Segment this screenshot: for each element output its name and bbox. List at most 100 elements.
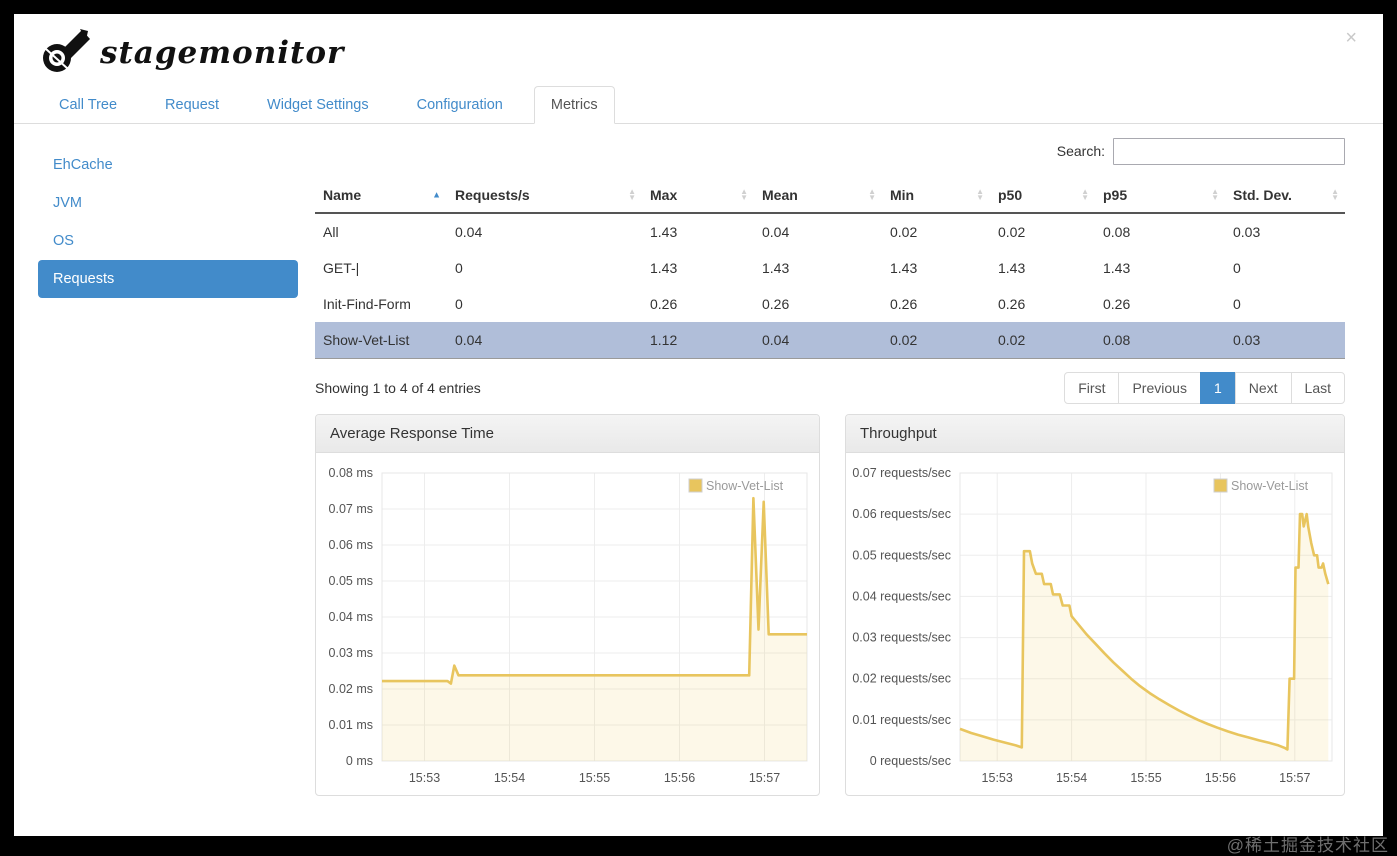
cell-p50: 1.43 (998, 260, 1026, 276)
sidebar-item-ehcache[interactable]: EhCache (38, 146, 298, 184)
column-header-name-label: Name (323, 187, 362, 203)
svg-text:0 requests/sec: 0 requests/sec (870, 754, 951, 768)
column-header-mean[interactable]: Mean ▲ ▼ (754, 178, 882, 214)
metrics-sidebar: EhCache JVM OS Requests (38, 136, 298, 796)
sort-asc-icon: ▲ (432, 189, 441, 200)
metrics-table: Name ▲ Requests/s ▲ ▼ Max ▲ ▼ Mean ▲ ▼ Min ▲ ▼ p5… (315, 178, 1345, 359)
cell-min: 0.02 (882, 322, 990, 359)
pagination-first-label[interactable]: First (1064, 372, 1120, 404)
pagination-next[interactable]: Next (1234, 372, 1292, 404)
tab-request-label[interactable]: Request (148, 86, 236, 124)
close-icon[interactable]: × (1345, 28, 1357, 48)
column-header-max[interactable]: Max ▲ ▼ (642, 178, 754, 214)
table-info: Showing 1 to 4 of 4 entries (315, 380, 481, 396)
column-header-requests-s[interactable]: Requests/s ▲ ▼ (447, 178, 642, 214)
tab-widget-settings[interactable]: Widget Settings (250, 86, 386, 124)
pagination-last-label[interactable]: Last (1290, 372, 1345, 404)
cell-requests-s: 0.04 (455, 224, 483, 240)
sidebar-item-requests[interactable]: Requests (38, 260, 298, 298)
svg-text:15:57: 15:57 (749, 771, 780, 785)
logo: stagemonitor (14, 14, 1383, 78)
cell-std-dev: 0.03 (1225, 322, 1345, 359)
search-label: Search: (1056, 143, 1105, 159)
svg-text:0.07 requests/sec: 0.07 requests/sec (852, 466, 951, 480)
tab-call-tree[interactable]: Call Tree (42, 86, 134, 124)
tab-metrics-label[interactable]: Metrics (533, 86, 615, 124)
cell-name: GET-| (323, 260, 360, 276)
sort-icon: ▲ ▼ (1081, 187, 1089, 202)
tab-configuration[interactable]: Configuration (400, 86, 520, 124)
cell-p95: 1.43 (1103, 260, 1131, 276)
pagination-page-1-label[interactable]: 1 (1199, 372, 1236, 404)
pagination-previous-label[interactable]: Previous (1118, 372, 1201, 404)
svg-text:15:54: 15:54 (494, 771, 525, 785)
cell-p95: 0.08 (1095, 322, 1225, 359)
table-footer: Showing 1 to 4 of 4 entries First Previo… (315, 372, 1345, 404)
pagination-next-label[interactable]: Next (1234, 372, 1292, 404)
svg-text:15:55: 15:55 (579, 771, 610, 785)
sort-icon: ▲ ▼ (740, 187, 748, 202)
sidebar-item-os[interactable]: OS (38, 222, 298, 260)
tab-request[interactable]: Request (148, 86, 236, 124)
tab-metrics[interactable]: Metrics (533, 86, 615, 124)
sidebar-item-jvm[interactable]: JVM (38, 184, 298, 222)
avg-response-time-chart: 0 ms 0.01 ms 0.02 ms 0.03 ms 0.04 ms 0.05 ms 0… (316, 453, 819, 795)
column-header-std-dev[interactable]: Std. Dev. ▲ ▼ (1225, 178, 1345, 214)
table-row[interactable]: All 0.04 1.43 0.04 0.02 0.02 0.08 0.03 (315, 213, 1345, 250)
sort-icon: ▲ ▼ (1211, 187, 1219, 202)
pagination-previous[interactable]: Previous (1118, 372, 1201, 404)
table-row[interactable]: GET-| 0 1.43 1.43 1.43 1.43 1.43 0 (315, 250, 1345, 286)
cell-mean: 0.26 (762, 296, 790, 312)
sort-icon: ▲ ▼ (628, 187, 636, 202)
watermark: @稀土掘金技术社区 (1226, 836, 1389, 855)
column-header-p95-label: p95 (1103, 187, 1128, 203)
svg-text:15:53: 15:53 (409, 771, 440, 785)
svg-text:15:55: 15:55 (1130, 771, 1161, 785)
cell-p50: 0.02 (998, 224, 1026, 240)
pagination-first[interactable]: First (1064, 372, 1120, 404)
cell-std-dev: 0.03 (1233, 224, 1261, 240)
cell-name: Init-Find-Form (323, 296, 411, 312)
throughput-title: Throughput (846, 415, 1344, 453)
svg-text:Show-Vet-List: Show-Vet-List (1231, 479, 1309, 493)
sort-icon: ▲ ▼ (1331, 187, 1339, 202)
column-header-name[interactable]: Name ▲ (315, 178, 447, 214)
pagination-last[interactable]: Last (1290, 372, 1345, 404)
svg-text:0.05 requests/sec: 0.05 requests/sec (852, 548, 951, 562)
cell-max: 1.12 (642, 322, 754, 359)
cell-min: 0.26 (890, 296, 918, 312)
search-input[interactable] (1113, 137, 1345, 165)
table-row[interactable]: Init-Find-Form 0 0.26 0.26 0.26 0.26 0.2… (315, 286, 1345, 322)
cell-mean: 0.04 (754, 322, 882, 359)
cell-p50: 0.26 (998, 296, 1026, 312)
app-title: stagemonitor (100, 35, 345, 71)
cell-mean: 1.43 (762, 260, 790, 276)
sort-icon: ▲ ▼ (976, 187, 984, 202)
table-toolbar: Search: (315, 136, 1345, 166)
svg-text:Show-Vet-List: Show-Vet-List (706, 479, 784, 493)
pagination-page-1[interactable]: 1 (1199, 372, 1236, 404)
tab-widget-settings-label[interactable]: Widget Settings (250, 86, 386, 124)
cell-p95: 0.08 (1103, 224, 1131, 240)
column-header-p50[interactable]: p50 ▲ ▼ (990, 178, 1095, 214)
cell-min: 1.43 (890, 260, 918, 276)
cell-std-dev: 0 (1233, 260, 1241, 276)
svg-text:0.01 requests/sec: 0.01 requests/sec (852, 713, 951, 727)
column-header-mean-label: Mean (762, 187, 798, 203)
cell-min: 0.02 (890, 224, 918, 240)
svg-text:0.01 ms: 0.01 ms (329, 718, 373, 732)
column-header-requests-s-label: Requests/s (455, 187, 530, 203)
tab-call-tree-label[interactable]: Call Tree (42, 86, 134, 124)
tab-configuration-label[interactable]: Configuration (400, 86, 520, 124)
cell-std-dev: 0 (1233, 296, 1241, 312)
column-header-min[interactable]: Min ▲ ▼ (882, 178, 990, 214)
throughput-panel: Throughput 0 requests/sec 0.01 requests/s… (845, 414, 1345, 796)
svg-text:0.06 requests/sec: 0.06 requests/sec (852, 507, 951, 521)
svg-text:0.08 ms: 0.08 ms (329, 466, 373, 480)
svg-text:0.02 ms: 0.02 ms (329, 682, 373, 696)
cell-p50: 0.02 (990, 322, 1095, 359)
megaphone-icon (42, 28, 94, 79)
svg-text:0.02 requests/sec: 0.02 requests/sec (852, 672, 951, 686)
table-row-selected[interactable]: Show-Vet-List 0.04 1.12 0.04 0.02 0.02 0… (315, 322, 1345, 359)
column-header-p95[interactable]: p95 ▲ ▼ (1095, 178, 1225, 214)
